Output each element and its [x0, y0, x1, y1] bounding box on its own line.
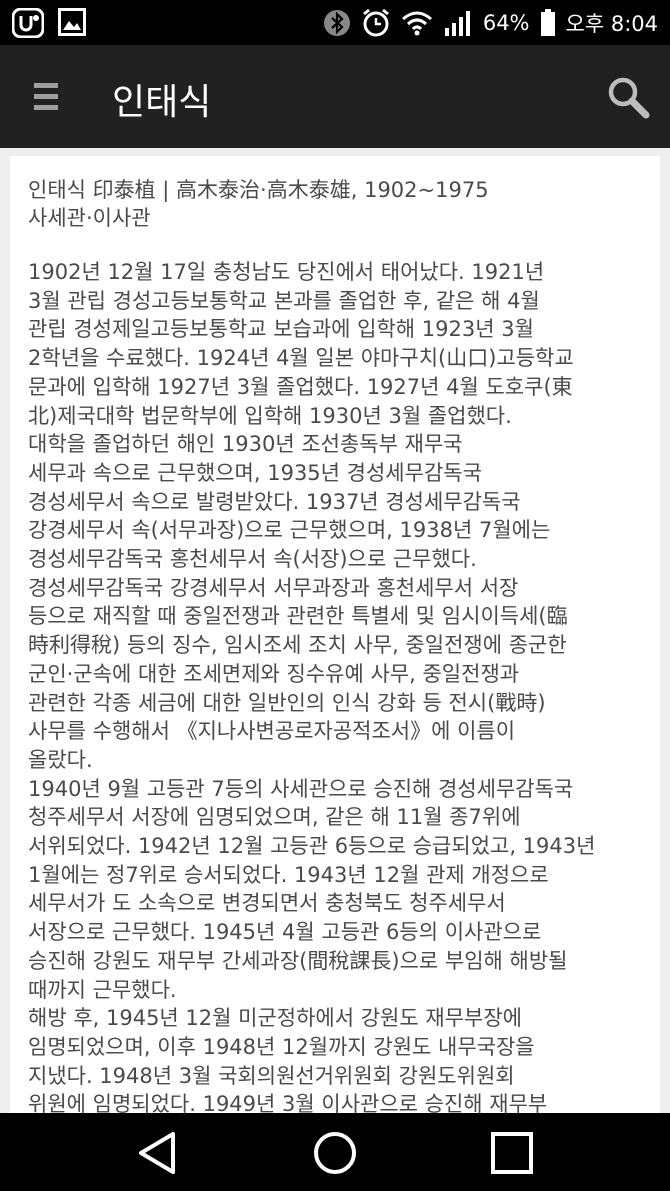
- article-line: 대학을 졸업하던 해인 1930년 조선총독부 재무국: [28, 432, 463, 457]
- navigation-bar: [0, 1113, 670, 1191]
- article-line: 청주세무서 서장에 임명되었으며, 같은 해 11월 종7위에: [28, 805, 521, 830]
- article-header-name: 인태식 印泰植 | 高木泰治·高木泰雄, 1902~1975: [28, 178, 489, 202]
- home-icon[interactable]: [312, 1130, 358, 1176]
- app-bar: 인태식: [0, 45, 670, 148]
- article-line: 사무를 수행해서 《지나사변공로자공적조서》에 이름이: [28, 719, 516, 744]
- article-line: 1940년 9월 고등관 7등의 사세관으로 승진해 경성세무감독국: [28, 776, 574, 801]
- status-bar: 64% 오후 8:04: [0, 0, 670, 45]
- article-line: 때까지 근무했다.: [28, 977, 177, 1002]
- article-card: 인태식 印泰植 | 高木泰治·高木泰雄, 1902~1975 사세관·이사관 1…: [10, 156, 660, 1113]
- search-icon[interactable]: [606, 75, 650, 119]
- battery-icon: [540, 8, 555, 36]
- article-line: 임명되었으며, 이후 1948년 12월까지 강원도 내무국장을: [28, 1034, 535, 1059]
- article-line: 세무과 속으로 근무했으며, 1935년 경성세무감독국: [28, 460, 482, 485]
- recents-icon[interactable]: [489, 1130, 535, 1176]
- article-line: 등으로 재직할 때 중일전쟁과 관련한 특별세 및 임시이득세(臨: [28, 604, 568, 629]
- article-line: 2학년을 수료했다. 1924년 4월 일본 야마구치(山口)고등학교: [28, 346, 574, 371]
- article-line: 경성세무감독국 강경세무서 서무과장과 홍천세무서 서장: [28, 575, 519, 600]
- article-line: 北)제국대학 법문학부에 입학해 1930년 3월 졸업했다.: [28, 403, 512, 428]
- article-line: 지냈다. 1948년 3월 국회의원선거위원회 강원도위원회: [28, 1063, 515, 1088]
- system-status: 64% 오후 8:04: [323, 0, 658, 45]
- clock: 오후 8:04: [565, 11, 658, 36]
- article-line: 1월에는 정7위로 승서되었다. 1943년 12월 관제 개정으로: [28, 862, 549, 887]
- gallery-icon: [58, 8, 86, 36]
- article-line: 1902년 12월 17일 충청남도 당진에서 태어났다. 1921년: [28, 260, 545, 284]
- article-line: 경성세무서 속으로 발령받았다. 1937년 경성세무감독국: [28, 489, 521, 514]
- article-line: 올랐다.: [28, 747, 93, 772]
- alarm-icon: [362, 8, 389, 36]
- u-plus-icon: [12, 8, 44, 38]
- notification-icons: [12, 8, 86, 38]
- article-line: 위원에 임명되었다. 1949년 3월 이사관으로 승진해 재무부: [28, 1092, 548, 1113]
- battery-percent: 64%: [482, 10, 530, 35]
- article-line: 경성세무감독국 홍천세무서 속(서장)으로 근무했다.: [28, 547, 477, 572]
- article-line: 時利得稅) 등의 징수, 임시조세 조치 사무, 중일전쟁에 종군한: [28, 633, 567, 658]
- menu-icon[interactable]: [34, 83, 58, 111]
- article-line: 서위되었다. 1942년 12월 고등관 6등으로 승급되었고, 1943년: [28, 834, 596, 859]
- bluetooth-icon: [323, 9, 350, 36]
- signal-icon: [444, 10, 470, 36]
- article-line: 승진해 강원도 재무부 간세과장(間稅課長)으로 부임해 해방될: [28, 948, 568, 973]
- page-title: 인태식: [112, 82, 212, 123]
- article-header-title: 사세관·이사관: [28, 206, 151, 230]
- article-header: 인태식 印泰植 | 高木泰治·高木泰雄, 1902~1975 사세관·이사관: [28, 176, 489, 232]
- article-line: 서장으로 근무했다. 1945년 4월 고등관 6등의 이사관으로: [28, 920, 542, 945]
- article-line: 관련한 각종 세금에 대한 일반인의 인식 강화 등 전시(戰時): [28, 690, 546, 715]
- article-line: 3월 관립 경성고등보통학교 본과를 졸업한 후, 같은 해 4월: [28, 288, 540, 313]
- wifi-icon: [401, 11, 432, 35]
- article-line: 해방 후, 1945년 12월 미군정하에서 강원도 재무부장에: [28, 1006, 522, 1031]
- article-body: 1902년 12월 17일 충청남도 당진에서 태어났다. 1921년 3월 관립…: [28, 258, 653, 1113]
- back-icon[interactable]: [135, 1130, 181, 1176]
- article-line: 관립 경성제일고등보통학교 보습과에 입학해 1923년 3월: [28, 317, 534, 342]
- article-line: 세무서가 도 소속으로 변경되면서 충청북도 청주세무서: [28, 891, 506, 916]
- article-line: 군인·군속에 대한 조세면제와 징수유예 사무, 중일전쟁과: [28, 661, 520, 686]
- article-line: 강경세무서 속(서무과장)으로 근무했으며, 1938년 7월에는: [28, 518, 551, 543]
- article-line: 문과에 입학해 1927년 3월 졸업했다. 1927년 4월 도호쿠(東: [28, 374, 573, 399]
